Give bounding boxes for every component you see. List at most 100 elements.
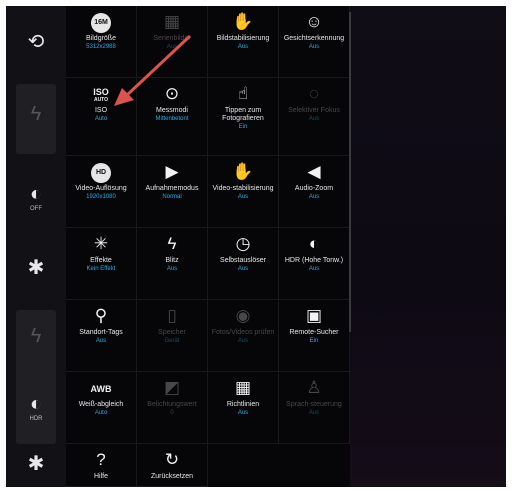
white-balance-icon: AWB (66, 377, 136, 399)
setting-video-stabilization[interactable]: ✋ Video-stabilisierung Aus (208, 156, 279, 228)
flash-icon: ϟ (167, 234, 177, 253)
setting-hdr[interactable]: ◐ HDR (Hohe Tonw.) Aus (279, 228, 350, 300)
setting-value: Aus (308, 410, 320, 416)
iso-icon-text: ISO (93, 86, 109, 97)
setting-value: Auto (94, 410, 108, 416)
hdr-off-caption: OFF (30, 206, 42, 212)
video-size-icon: HD (66, 161, 136, 183)
setting-selective-focus: ◌ Selektiver Fokus Aus (279, 78, 350, 156)
remote-viewfinder-icon: ▣ (305, 306, 323, 325)
burst-shots-icon: ▦ (163, 12, 181, 31)
setting-storage: ▯ Speicher Gerät (137, 300, 208, 372)
setting-value: Aus (308, 116, 320, 122)
setting-label: Zurücksetzen (150, 473, 194, 480)
setting-reset[interactable]: ↻ Zurücksetzen (137, 444, 208, 487)
effects-wand-icon: ✳ (93, 234, 109, 253)
setting-recording-mode[interactable]: ▶ Aufnahmemodus Normal (137, 156, 208, 228)
setting-label: Bildgröße (86, 35, 116, 42)
setting-value: Kein Effekt (86, 266, 116, 272)
setting-review-pictures: ◉ Fotos/Videos prüfen Aus (208, 300, 279, 372)
video-camera-icon: ▶ (165, 162, 179, 181)
review-icon: ◉ (235, 306, 251, 325)
setting-tap-to-take-pictures[interactable]: ☝ Tippen zum Fotografieren Ein (208, 78, 279, 156)
flash-placeholder-icon: ϟ (30, 325, 42, 347)
gear-icon[interactable]: ✱ (6, 452, 66, 476)
setting-value: 5312x2988 (86, 44, 116, 50)
setting-guidelines[interactable]: ▦ Richtlinien Aus (208, 372, 279, 444)
audio-zoom-icon: ◀ (307, 162, 321, 181)
camera-viewfinder[interactable] (350, 6, 506, 487)
setting-value: Aus (166, 44, 178, 50)
setting-value: Auto (94, 116, 108, 122)
switch-camera-icon[interactable]: ⟲ (6, 30, 66, 54)
flash-placeholder-icon: ϟ (30, 103, 42, 125)
setting-label: Sprach-steuerung (286, 401, 342, 408)
metering-icon: ⊙ (164, 84, 180, 103)
tap-finger-icon: ☝ (237, 84, 249, 103)
setting-value: Ein (309, 338, 319, 344)
setting-label: Remote-Sucher (289, 329, 339, 336)
setting-remote-viewfinder[interactable]: ▣ Remote-Sucher Ein (279, 300, 350, 372)
setting-value: Aus (237, 410, 249, 416)
hdr-icon[interactable]: ◐ HDR (6, 392, 66, 423)
settings-scrollbar[interactable] (349, 12, 351, 332)
reset-icon: ↻ (164, 450, 180, 469)
setting-label: Video-Auflösung (75, 185, 127, 192)
setting-location-tags[interactable]: ⚲ Standort-Tags Aus (66, 300, 137, 372)
setting-effects[interactable]: ✳ Effekte Kein Effekt (66, 228, 137, 300)
settings-grid: 16M Bildgröße 5312x2988 ▦ Serienbilder A… (66, 6, 350, 487)
setting-audio-zoom[interactable]: ◀ Audio-Zoom Aus (279, 156, 350, 228)
setting-value: 1920x1080 (86, 194, 116, 200)
setting-timer[interactable]: ◷ Selbstauslöser Aus (208, 228, 279, 300)
setting-value: Aus (308, 194, 320, 200)
setting-label: Belichtungswert (147, 401, 197, 408)
setting-help[interactable]: ? Hilfe (66, 444, 137, 487)
setting-label: Selektiver Fokus (288, 107, 340, 114)
setting-label: ISO (94, 107, 108, 114)
iso-icon-subtext: AUTO (93, 96, 109, 103)
camera-screen: ⟲ ϟ ◐ OFF ✱ ϟ ◐ HDR ✱ 16M Bildgröße 5312x2… (6, 6, 506, 487)
setting-label: Audio-Zoom (294, 185, 334, 192)
setting-value: Aus (308, 266, 320, 272)
setting-value: Aus (237, 266, 249, 272)
help-icon: ? (96, 450, 106, 469)
setting-value: Aus (95, 338, 107, 344)
setting-iso[interactable]: ISO AUTO ISO Auto (66, 78, 137, 156)
setting-image-stabilization[interactable]: ✋ Bildstabilisierung Aus (208, 6, 279, 78)
gear-icon[interactable]: ✱ (6, 256, 66, 280)
setting-exposure-value: ◩ Belichtungswert 0 (137, 372, 208, 444)
setting-label: Serienbilder (153, 35, 191, 42)
picture-size-badge: 16M (91, 12, 111, 33)
video-stabilizer-icon: ✋ (232, 162, 254, 181)
setting-label: Effekte (90, 257, 112, 264)
setting-label: Bildstabilisierung (216, 35, 270, 42)
picture-size-icon: 16M (66, 11, 136, 33)
setting-label: Messmodi (156, 107, 188, 114)
timer-icon: ◷ (235, 234, 251, 253)
setting-label: Hilfe (93, 473, 108, 480)
white-balance-icon-text: AWB (90, 383, 112, 394)
setting-value: Normal (162, 194, 182, 200)
iso-icon: ISO AUTO (66, 83, 136, 105)
setting-value: Gerät (164, 338, 180, 344)
setting-label: Richtlinien (226, 401, 260, 408)
hdr-off-icon[interactable]: ◐ OFF (6, 182, 66, 213)
face-detection-icon: ☺ (305, 12, 323, 31)
setting-metering-modes[interactable]: ⊙ Messmodi Mittenbetont (137, 78, 208, 156)
setting-label: Tippen zum Fotografieren (222, 107, 264, 122)
setting-label: Aufnahmemodus (145, 185, 199, 192)
setting-white-balance[interactable]: AWB Weiß-abgleich Auto (66, 372, 137, 444)
setting-picture-size[interactable]: 16M Bildgröße 5312x2988 (66, 6, 137, 78)
setting-flash[interactable]: ϟ Blitz Aus (137, 228, 208, 300)
location-pin-icon: ⚲ (94, 306, 108, 325)
setting-face-detection[interactable]: ☺ Gesichtserkennung Aus (279, 6, 350, 78)
setting-label: Selbstauslöser (220, 257, 266, 264)
selective-focus-icon: ◌ (308, 84, 320, 103)
setting-value: Aus (308, 44, 320, 50)
setting-value: Aus (166, 266, 178, 272)
setting-video-size[interactable]: HD Video-Auflösung 1920x1080 (66, 156, 137, 228)
setting-label: HDR (Hohe Tonw.) (284, 257, 344, 264)
setting-label: Gesichtserkennung (283, 35, 345, 42)
hdr-setting-icon: ◐ (308, 234, 320, 253)
setting-burst-shots: ▦ Serienbilder Aus (137, 6, 208, 78)
